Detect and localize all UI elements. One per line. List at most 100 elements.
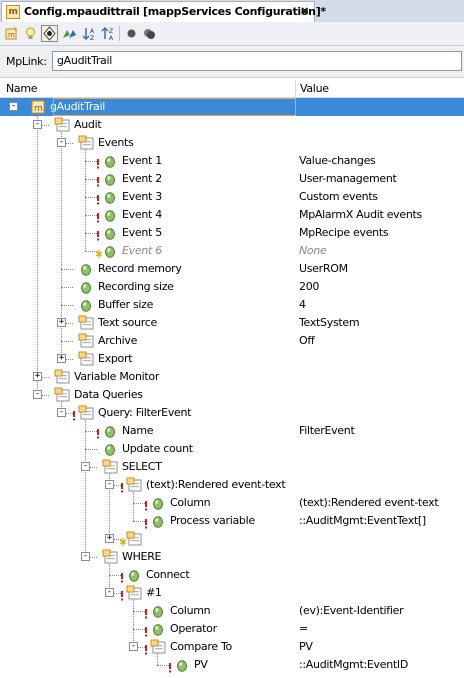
expand-icon[interactable]: + [57, 318, 66, 327]
tree-row-text-source[interactable]: + Text source TextSystem [0, 314, 464, 332]
tree-row-archive[interactable]: Archive Off [0, 332, 464, 350]
tree-item-value[interactable]: MpRecipe events [299, 226, 389, 239]
tree-item-value[interactable]: TextSystem [299, 316, 360, 329]
tree-item-value[interactable]: (text):Rendered event-text [299, 496, 439, 509]
svg-text:A: A [90, 28, 95, 35]
tree-item-value[interactable]: MpAlarmX Audit events [299, 208, 422, 221]
tree-row-process-variable[interactable]: Process variable::AuditMgmt:EventText[] [0, 512, 464, 530]
tree-item-value[interactable]: ::AuditMgmt:EventID [299, 658, 408, 671]
tree-item-label: Recording size [98, 280, 174, 293]
tree-item-value[interactable]: FilterEvent [299, 424, 355, 437]
tree-item-label: Process variable [170, 514, 255, 527]
links-button[interactable] [61, 25, 78, 42]
tree-row-record-memory[interactable]: Record memory UserROM [0, 260, 464, 278]
group-folder-icon [78, 405, 94, 421]
tree-item-value[interactable]: (ev):Event-Identifier [299, 604, 404, 617]
tree-item-label: #1 [146, 586, 162, 599]
tree-row-audit[interactable]: - Audit [0, 116, 464, 134]
toolbar-separator [119, 26, 120, 41]
tree-row-event-3[interactable]: Event 3 Custom events [0, 188, 464, 206]
parameter-icon [78, 261, 94, 277]
expand-icon[interactable]: + [105, 534, 114, 543]
navigate-button[interactable] [41, 25, 58, 42]
document-tab[interactable]: m Config.mpaudittrail [mappServices Conf… [1, 1, 326, 22]
tree-item-value[interactable]: PV [299, 640, 313, 653]
collapse-icon[interactable]: - [105, 588, 114, 597]
tree-item-label: Name [122, 424, 154, 437]
tree-row-buffer-size[interactable]: Buffer size 4 [0, 296, 464, 314]
column-splitter[interactable] [295, 80, 296, 97]
mplink-input[interactable]: gAuditTrail [52, 51, 462, 71]
collapse-icon[interactable]: - [33, 120, 42, 129]
tree-row-compare-to[interactable]: - Compare To PV [0, 638, 464, 656]
tree-row-item[interactable]: + [0, 530, 464, 548]
tree-item-value[interactable]: Value-changes [299, 154, 376, 167]
tree-item-value[interactable]: ::AuditMgmt:EventText[] [299, 514, 426, 527]
tree-row-column[interactable]: Column (ev):Event-Identifier [0, 602, 464, 620]
tree-item-value[interactable]: = [299, 622, 308, 635]
tree-item-value[interactable]: 4 [299, 298, 306, 311]
name-column-header[interactable]: Name [6, 82, 38, 95]
new-config-button[interactable]: m [3, 25, 20, 42]
tree-row-events[interactable]: - Events [0, 134, 464, 152]
record-button[interactable] [123, 25, 140, 42]
tree-connector-line [61, 341, 73, 342]
root-config-icon: m [30, 99, 46, 115]
tree-item-value[interactable]: None [299, 244, 327, 257]
tree-row-name[interactable]: Name FilterEvent [0, 422, 464, 440]
links-icon [63, 30, 76, 38]
parameter-icon [78, 297, 94, 313]
tree-row-event-2[interactable]: Event 2 User-management [0, 170, 464, 188]
close-tab-icon[interactable]: ✖ [300, 5, 309, 18]
tree-row-variable-monitor[interactable]: + Variable Monitor [0, 368, 464, 386]
collapse-icon[interactable]: - [57, 138, 66, 147]
tree-row-export[interactable]: + Export [0, 350, 464, 368]
tree-row-event-4[interactable]: Event 4 MpAlarmX Audit events [0, 206, 464, 224]
config-file-icon: m [6, 5, 20, 19]
tree-row-where[interactable]: - WHERE [0, 548, 464, 566]
tree-row-column[interactable]: Column (text):Rendered event-text [0, 494, 464, 512]
collapse-icon[interactable]: - [105, 480, 114, 489]
parameter-icon [102, 423, 118, 439]
parameter-icon [150, 513, 166, 529]
multi-record-button[interactable] [141, 25, 158, 42]
tree-row-text-rendered-event-text[interactable]: - (text):Rendered event-text [0, 476, 464, 494]
tree-row-gaudittrail[interactable]: - m gAuditTrail [0, 98, 464, 116]
tree-row-pv[interactable]: PV::AuditMgmt:EventID [0, 656, 464, 674]
tree-row-event-6[interactable]: Event 6 None [0, 242, 464, 260]
tree-item-value[interactable]: 200 [299, 280, 319, 293]
collapse-icon[interactable]: - [9, 102, 18, 111]
tree-row-select[interactable]: - SELECT [0, 458, 464, 476]
lightbulb-button[interactable] [22, 25, 39, 42]
tree-row-query-filterevent[interactable]: - Query: FilterEvent [0, 404, 464, 422]
value-column-header[interactable]: Value [300, 82, 329, 95]
tree-connector-line [61, 269, 73, 270]
tree-row-event-1[interactable]: Event 1 Value-changes [0, 152, 464, 170]
tree-row-event-5[interactable]: Event 5 MpRecipe events [0, 224, 464, 242]
expand-icon[interactable]: + [57, 354, 66, 363]
sort-descending-button[interactable]: ZA [100, 25, 117, 42]
collapse-icon[interactable]: - [81, 552, 90, 561]
tree-item-value[interactable]: User-management [299, 172, 397, 185]
group-folder-icon [78, 351, 94, 367]
tree-row-update-count[interactable]: Update count [0, 440, 464, 458]
parameter-icon [150, 621, 166, 637]
collapse-icon[interactable]: - [81, 462, 90, 471]
tree-row-connect[interactable]: Connect [0, 566, 464, 584]
tree-connector-line [61, 287, 73, 288]
expand-icon[interactable]: + [33, 372, 42, 381]
tree-row-operator[interactable]: Operator = [0, 620, 464, 638]
selection-focus-box [53, 98, 296, 116]
tree-item-value[interactable]: UserROM [299, 262, 348, 275]
tree-row-recording-size[interactable]: Recording size 200 [0, 278, 464, 296]
tree-item-value[interactable]: Off [299, 334, 315, 347]
tree-row-1[interactable]: - #1 [0, 584, 464, 602]
parameter-icon [174, 657, 190, 673]
sort-ascending-button[interactable]: AZ [81, 25, 98, 42]
tree-row-data-queries[interactable]: - Data Queries [0, 386, 464, 404]
collapse-icon[interactable]: - [33, 390, 42, 399]
collapse-icon[interactable]: - [129, 642, 138, 651]
collapse-icon[interactable]: - [57, 408, 66, 417]
tree-item-value[interactable]: Custom events [299, 190, 378, 203]
document-tab-strip: m Config.mpaudittrail [mappServices Conf… [0, 0, 464, 23]
